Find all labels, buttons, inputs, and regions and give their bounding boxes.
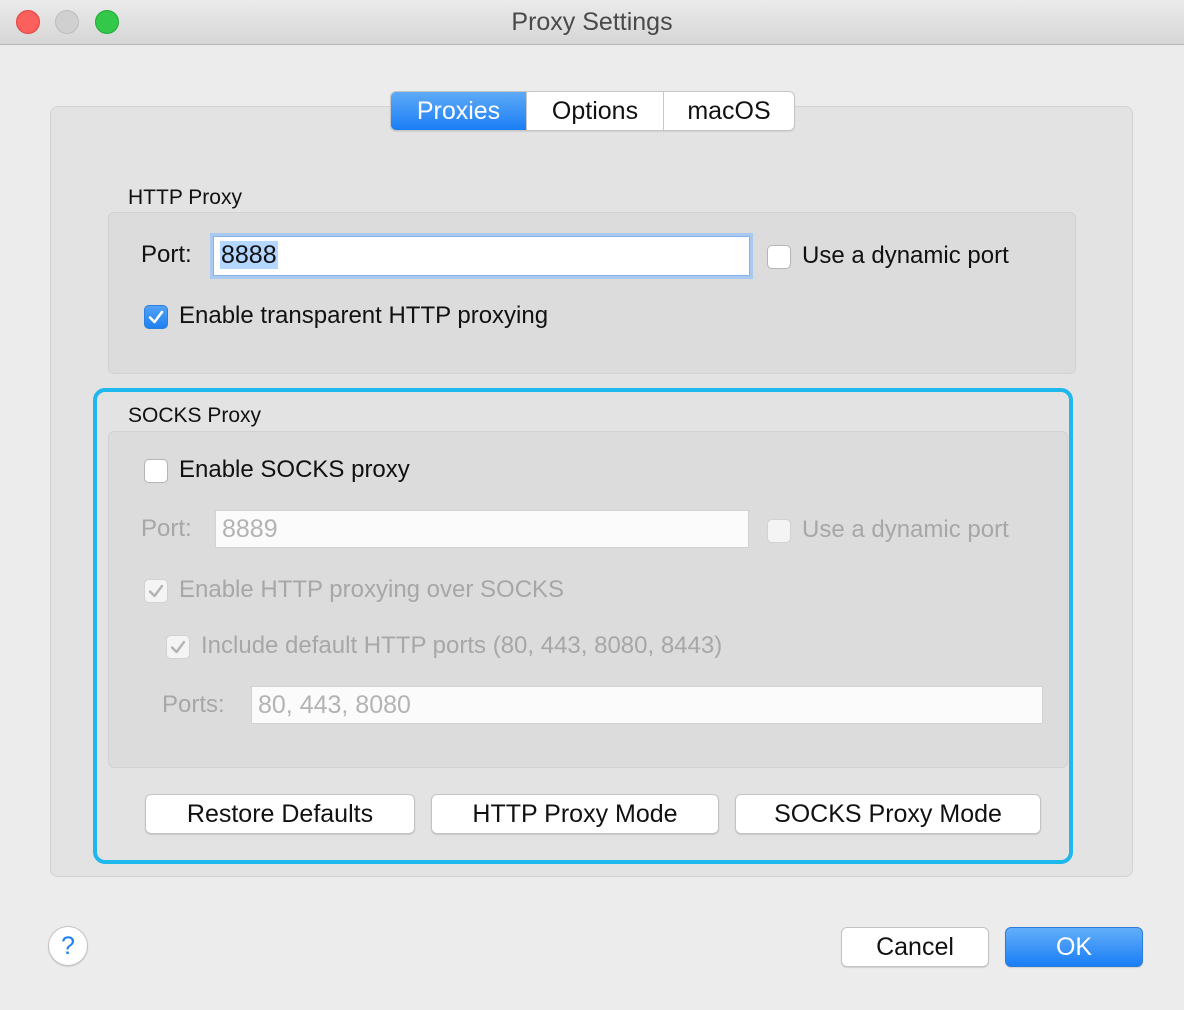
ok-button[interactable]: OK [1005,927,1143,967]
tab-proxies[interactable]: Proxies [391,92,526,130]
enable-socks-label: Enable SOCKS proxy [179,456,410,483]
http-dynamic-port-label: Use a dynamic port [802,242,1009,269]
transparent-proxying-checkbox[interactable] [144,305,168,329]
http-proxy-mode-button[interactable]: HTTP Proxy Mode [431,794,719,834]
http-port-input[interactable]: 8888 [213,236,750,276]
help-button[interactable]: ? [48,926,88,966]
restore-defaults-button[interactable]: Restore Defaults [145,794,415,834]
include-default-ports-label: Include default HTTP ports (80, 443, 808… [201,632,723,659]
ports-label: Ports: [162,691,225,718]
http-dynamic-port-checkbox[interactable] [767,245,791,269]
window-title: Proxy Settings [511,8,673,36]
checkmark-icon [148,310,164,324]
http-port-label: Port: [141,241,192,268]
include-default-ports-checkbox[interactable] [166,635,190,659]
http-proxy-group-label: HTTP Proxy [128,186,242,209]
socks-port-input[interactable]: 8889 [215,510,749,548]
transparent-proxying-label: Enable transparent HTTP proxying [179,302,549,329]
ports-input[interactable]: 80, 443, 8080 [251,686,1043,724]
tab-macos[interactable]: macOS [663,92,794,130]
tab-bar: Proxies Options macOS [390,91,795,131]
http-over-socks-label: Enable HTTP proxying over SOCKS [179,576,565,603]
checkmark-icon [170,640,186,654]
socks-proxy-mode-button[interactable]: SOCKS Proxy Mode [735,794,1041,834]
tab-options[interactable]: Options [526,92,663,130]
http-port-value: 8888 [220,241,278,269]
socks-dynamic-port-label: Use a dynamic port [802,516,1009,543]
http-over-socks-checkbox[interactable] [144,579,168,603]
checkmark-icon [148,584,164,598]
cancel-button[interactable]: Cancel [841,927,989,967]
socks-dynamic-port-checkbox[interactable] [767,519,791,543]
socks-proxy-group-label: SOCKS Proxy [128,404,262,427]
socks-port-label: Port: [141,515,192,542]
title-bar: Proxy Settings [0,0,1184,45]
enable-socks-checkbox[interactable] [144,459,168,483]
